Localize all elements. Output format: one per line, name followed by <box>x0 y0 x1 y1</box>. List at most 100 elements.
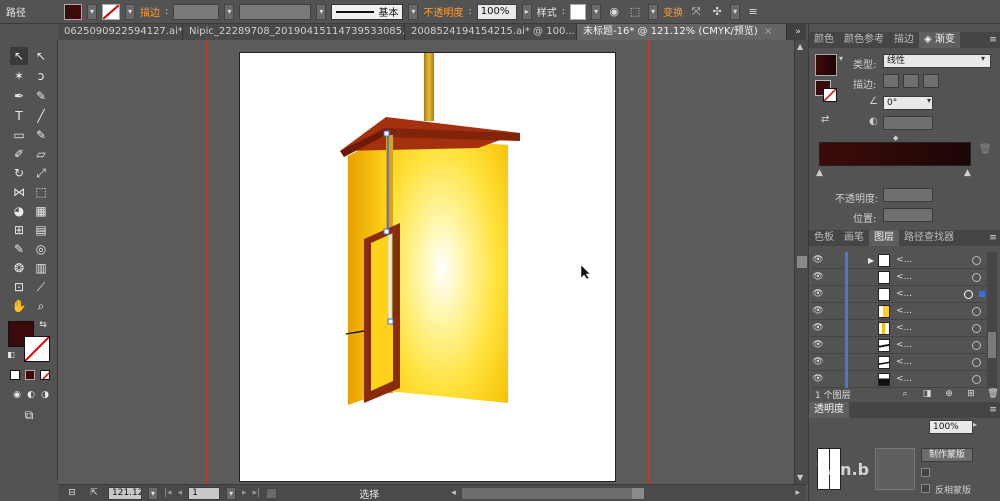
visibility-eye-icon[interactable]: 👁 <box>811 272 825 282</box>
visibility-eye-icon[interactable]: 👁 <box>811 255 825 265</box>
layer-row[interactable]: 👁 <... <box>811 302 987 320</box>
panel-menu-icon[interactable]: ≡ <box>985 230 1000 246</box>
share-icon[interactable]: ⇱ <box>86 485 102 501</box>
type-tool-icon[interactable]: T <box>10 107 28 125</box>
expand-arrow-icon[interactable]: ▶ <box>868 256 874 265</box>
invert-mask-checkbox[interactable] <box>921 484 930 493</box>
arrange-dropdown[interactable]: ▾ <box>730 3 741 20</box>
make-mask-button[interactable]: 制作蒙版 <box>921 448 973 462</box>
line-tool-icon[interactable]: ╱ <box>32 107 50 125</box>
eyedropper-tool-icon[interactable]: ✎ <box>10 240 28 258</box>
target-circle-icon[interactable] <box>972 272 981 282</box>
rotate-tool-icon[interactable]: ↻ <box>10 164 28 182</box>
isolate-icon[interactable]: ⤧ <box>688 4 704 20</box>
new-layer-icon[interactable]: ⊞ <box>963 386 979 402</box>
angle-dropdown-icon[interactable]: ▾ <box>927 96 931 105</box>
default-colors-icon[interactable]: ◧ <box>6 350 16 360</box>
layer-row[interactable]: 👁 <... <box>811 268 987 286</box>
vertical-scrollbar[interactable]: ▲ ▼ <box>794 40 808 484</box>
target-circle-icon[interactable] <box>972 255 981 265</box>
direct-selection-tool-icon[interactable]: ↖ <box>32 47 50 65</box>
target-circle-icon[interactable] <box>972 374 981 384</box>
canvas-area[interactable] <box>58 40 806 484</box>
delete-stop-icon[interactable]: 🗑 <box>979 144 992 155</box>
clipping-mask-icon[interactable]: ◨ <box>919 386 935 402</box>
align-dropdown[interactable]: ▾ <box>648 3 659 20</box>
rectangle-tool-icon[interactable]: ▭ <box>10 126 28 144</box>
width-tool-icon[interactable]: ⋈ <box>10 183 28 201</box>
layer-row[interactable]: 👁 <... <box>811 319 987 337</box>
delete-layer-icon[interactable]: 🗑 <box>985 386 1000 402</box>
layers-scroll-thumb[interactable] <box>988 332 996 358</box>
arrange-icon[interactable]: ✣ <box>709 4 725 20</box>
target-circle-icon[interactable] <box>964 289 973 299</box>
stroke-label[interactable]: 描边 <box>140 4 160 19</box>
status-icon[interactable]: ⊟ <box>64 485 80 501</box>
locate-object-icon[interactable]: ⌕ <box>897 386 913 402</box>
page-dropdown[interactable]: ▾ <box>226 486 237 500</box>
gradient-stop-right[interactable]: ▲ <box>964 168 971 178</box>
brush-dropdown[interactable]: ▾ <box>408 3 419 20</box>
tab-color-guide[interactable]: 颜色参考 <box>839 32 889 48</box>
gradient-mode-button[interactable] <box>25 370 35 380</box>
visibility-eye-icon[interactable]: 👁 <box>811 374 825 384</box>
aspect-field[interactable] <box>883 116 933 130</box>
tab-pathfinder[interactable]: 路径查找器 <box>899 230 959 246</box>
tab-swatches[interactable]: 色板 <box>809 230 839 246</box>
stop-opacity-field[interactable] <box>883 188 933 202</box>
fill-swatch[interactable] <box>64 3 82 20</box>
hand-tool-icon[interactable]: ✋ <box>10 297 28 315</box>
gradient-type-dropdown-icon[interactable]: ▾ <box>981 54 985 63</box>
color-mode-button[interactable] <box>10 370 20 380</box>
panel-menu-icon[interactable]: ≡ <box>745 4 761 20</box>
anchor-point[interactable] <box>387 318 394 325</box>
style-dropdown[interactable]: ▾ <box>591 3 602 20</box>
page-field[interactable]: 1 <box>188 486 221 500</box>
horizontal-scroll-thumb[interactable] <box>631 487 644 499</box>
draw-inside-icon[interactable]: ◑ <box>36 386 54 404</box>
align-icon[interactable]: ⬚ <box>627 4 643 20</box>
style-swatch[interactable] <box>570 3 587 20</box>
stroke-gradient-btn-3[interactable] <box>923 74 939 88</box>
artboard[interactable] <box>239 52 616 482</box>
tab-layers[interactable]: 图层 <box>869 230 899 246</box>
symbol-sprayer-tool-icon[interactable]: ❂ <box>10 259 28 277</box>
opacity-field[interactable]: 100% <box>476 3 517 20</box>
zoom-dropdown[interactable]: ▾ <box>148 486 158 500</box>
tab-doc-active[interactable]: 未标题-16* @ 121.12% (CMYK/预览) × <box>577 24 787 40</box>
layer-row[interactable]: 👁 <... <box>811 353 987 371</box>
magic-wand-tool-icon[interactable]: ✶ <box>10 67 28 85</box>
lasso-tool-icon[interactable]: ↄ <box>32 67 50 85</box>
gradient-preview-swatch[interactable] <box>815 54 837 76</box>
gradient-stroke-box[interactable] <box>823 88 837 102</box>
tab-doc-3[interactable]: 2008524194154215.ai* @ 100...× <box>405 24 577 40</box>
variable-width-field[interactable] <box>239 3 312 20</box>
swatch-dropdown-icon[interactable]: ▾ <box>839 54 843 63</box>
brush-definition-select[interactable]: 基本 <box>331 3 404 20</box>
reverse-gradient-icon[interactable]: ⇄ <box>821 114 829 125</box>
stroke-dropdown[interactable]: ▾ <box>125 3 135 20</box>
tab-doc-1[interactable]: 0625090922594127.ai* <box>58 24 183 40</box>
tab-transparency[interactable]: 透明度 <box>809 402 849 418</box>
panel-menu-icon[interactable]: ≡ <box>985 32 1000 48</box>
target-circle-icon[interactable] <box>972 323 981 333</box>
zoom-tool-icon[interactable]: ⌕ <box>32 297 50 315</box>
gradient-type-select[interactable]: 线性 <box>883 54 991 68</box>
pencil-tool-icon[interactable]: ✐ <box>10 145 28 163</box>
prev-page-icon[interactable]: ◂ <box>178 488 183 498</box>
gradient-stop-left[interactable]: ▲ <box>816 168 823 178</box>
visibility-eye-icon[interactable]: 👁 <box>811 357 825 367</box>
perspective-grid-tool-icon[interactable]: ▦ <box>32 202 50 220</box>
eraser-tool-icon[interactable]: ▱ <box>32 145 50 163</box>
none-mode-button[interactable] <box>40 370 50 380</box>
visibility-eye-icon[interactable]: 👁 <box>811 340 825 350</box>
next-page-icon[interactable]: ▸ <box>242 488 247 498</box>
tab-overflow-icon[interactable]: » <box>790 24 806 40</box>
slice-tool-icon[interactable]: ⟋ <box>32 278 50 296</box>
zoom-field[interactable]: 121.12 <box>108 486 142 500</box>
tab-gradient[interactable]: ◈ 渐变 <box>919 32 960 48</box>
horizontal-scrollbar[interactable] <box>461 487 644 499</box>
tab-stroke[interactable]: 描边 <box>889 32 919 48</box>
close-icon[interactable]: × <box>764 24 772 40</box>
mask-thumbnail[interactable] <box>875 448 915 490</box>
